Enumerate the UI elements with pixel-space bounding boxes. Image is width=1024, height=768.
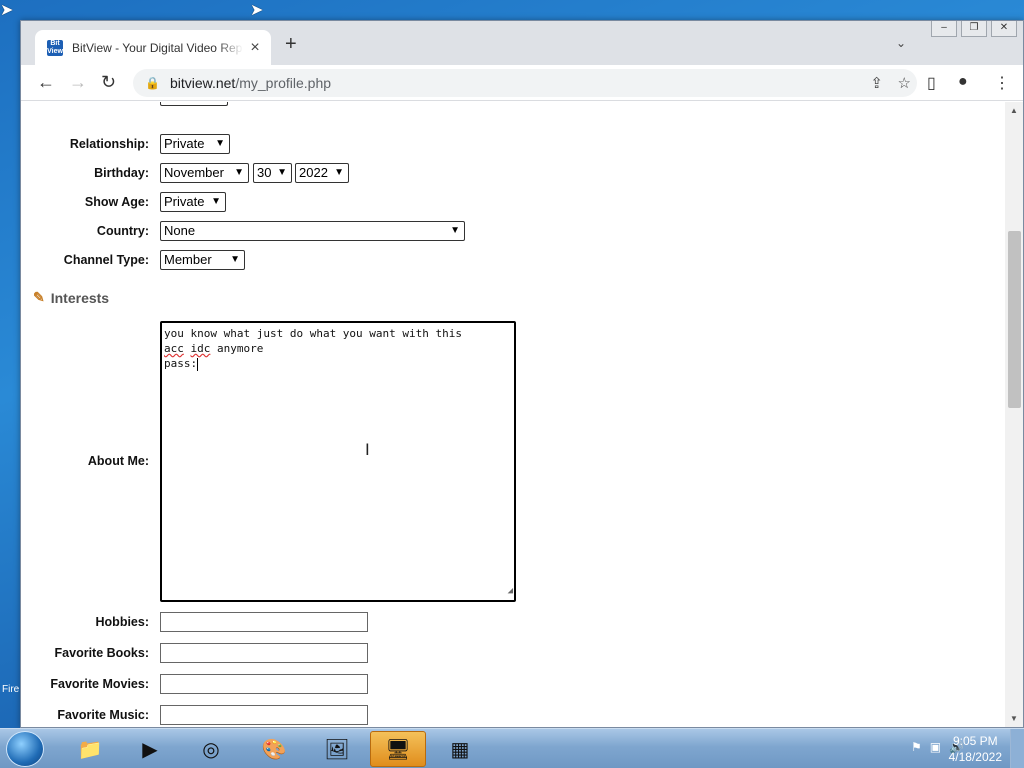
browser-tab[interactable]: Bit View BitView - Your Digital Video Re… bbox=[35, 30, 271, 65]
scroll-down-icon[interactable]: ▼ bbox=[1010, 714, 1018, 723]
reload-icon[interactable]: ↻ bbox=[101, 72, 116, 92]
favorite-music-label: Favorite Music: bbox=[57, 708, 149, 722]
chrome-icon[interactable]: ◎ bbox=[183, 731, 239, 767]
relationship-label: Relationship: bbox=[69, 137, 149, 151]
side-panel-icon[interactable]: ▯ bbox=[927, 73, 936, 93]
action-center-flag-icon[interactable]: ⚑ bbox=[911, 740, 922, 754]
pencil-icon: ✎ bbox=[33, 289, 45, 305]
profile-avatar-icon[interactable]: ● bbox=[958, 73, 968, 91]
tab-search-chevron-icon[interactable]: ⌄ bbox=[896, 36, 906, 50]
page-scrollbar[interactable]: ▲ ▼ bbox=[1005, 102, 1023, 727]
menu-kebab-icon[interactable]: ⋮ bbox=[994, 73, 1010, 93]
clock-date: 4/18/2022 bbox=[948, 750, 1002, 764]
browser-window: Bit View BitView - Your Digital Video Re… bbox=[20, 20, 1024, 728]
bookmark-star-icon[interactable]: ☆ bbox=[898, 74, 911, 92]
relationship-select[interactable]: Private ▼ bbox=[160, 134, 230, 154]
taskbar: 📁 ▶ ◎ 🎨 🖼 🖥 ▦ ⚑ ▣ 🔊 9:05 PM 4/18/2022 bbox=[0, 728, 1024, 768]
start-button[interactable] bbox=[6, 731, 44, 767]
browser-toolbar: ← → ↻ 🔒 bitview.net/my_profile.php ⇪ ☆ ▯… bbox=[21, 65, 1023, 101]
control-panel-icon[interactable]: ▦ bbox=[432, 731, 488, 767]
favorite-music-input[interactable] bbox=[160, 705, 368, 725]
show-desktop-button[interactable] bbox=[1010, 729, 1024, 768]
country-label: Country: bbox=[96, 224, 149, 238]
new-tab-icon[interactable]: + bbox=[285, 34, 297, 54]
text-caret bbox=[197, 357, 199, 371]
page-content: Relationship: Private ▼ Birthday: Novembe… bbox=[21, 102, 1005, 727]
favorite-movies-input[interactable] bbox=[160, 674, 368, 694]
text-cursor-icon: I bbox=[365, 440, 370, 459]
close-tab-icon[interactable]: × bbox=[247, 39, 263, 57]
chevron-down-icon: ▼ bbox=[211, 196, 221, 207]
back-icon[interactable]: ← bbox=[37, 72, 55, 92]
birthday-year-select[interactable]: 2022 ▼ bbox=[295, 163, 349, 183]
clipped-select-above[interactable] bbox=[160, 102, 228, 106]
scroll-up-icon[interactable]: ▲ bbox=[1010, 106, 1018, 115]
chevron-down-icon: ▼ bbox=[230, 254, 240, 265]
restore-icon[interactable]: ❐ bbox=[961, 21, 987, 37]
bitview-favicon: Bit View bbox=[47, 39, 63, 56]
mouse-pointer-icon: ➤ bbox=[250, 2, 264, 19]
media-player-icon[interactable]: ▶ bbox=[122, 731, 178, 767]
birthday-day-select[interactable]: 30 ▼ bbox=[253, 163, 292, 183]
favorite-books-label: Favorite Books: bbox=[54, 646, 149, 660]
mouse-pointer-icon: ➤ bbox=[0, 2, 14, 19]
photo-viewer-icon[interactable]: 🖼 bbox=[309, 731, 365, 767]
channel-type-label: Channel Type: bbox=[63, 253, 149, 267]
chevron-down-icon: ▼ bbox=[334, 167, 344, 178]
birthday-label: Birthday: bbox=[94, 166, 149, 180]
desktop-icon-label[interactable]: Fire bbox=[2, 684, 19, 695]
remote-desktop-icon[interactable]: 🖥 bbox=[370, 731, 426, 767]
minimize-icon[interactable]: ‒ bbox=[931, 21, 957, 37]
url-path: /my_profile.php bbox=[235, 75, 332, 91]
forward-icon[interactable]: → bbox=[69, 72, 87, 92]
channel-type-select[interactable]: Member ▼ bbox=[160, 250, 245, 270]
tab-strip: Bit View BitView - Your Digital Video Re… bbox=[21, 21, 1023, 65]
close-window-icon[interactable]: ✕ bbox=[991, 21, 1017, 37]
interests-heading: ✎ Interests bbox=[33, 289, 110, 306]
hobbies-label: Hobbies: bbox=[95, 615, 149, 629]
network-icon[interactable]: ▣ bbox=[930, 740, 941, 754]
favorite-books-input[interactable] bbox=[160, 643, 368, 663]
paint-icon[interactable]: 🎨 bbox=[246, 731, 302, 767]
country-select[interactable]: None ▼ bbox=[160, 221, 465, 241]
show-age-label: Show Age: bbox=[84, 195, 149, 209]
birthday-month-select[interactable]: November ▼ bbox=[160, 163, 249, 183]
explorer-icon[interactable]: 📁 bbox=[62, 731, 118, 767]
lock-icon[interactable]: 🔒 bbox=[145, 76, 160, 90]
about-me-label: About Me: bbox=[87, 454, 149, 468]
favorite-movies-label: Favorite Movies: bbox=[50, 677, 149, 691]
show-age-select[interactable]: Private ▼ bbox=[160, 192, 226, 212]
url-host: bitview.net bbox=[169, 75, 236, 91]
about-me-textarea[interactable]: you know what just do what you want with… bbox=[160, 321, 516, 602]
clock-time: 9:05 PM bbox=[952, 734, 998, 748]
address-bar[interactable]: 🔒 bitview.net/my_profile.php ⇪ ☆ bbox=[133, 69, 917, 97]
clock[interactable]: 9:05 PM 4/18/2022 bbox=[949, 733, 1002, 765]
hobbies-input[interactable] bbox=[160, 612, 368, 632]
scrollbar-thumb[interactable] bbox=[1008, 231, 1021, 408]
window-controls: ‒ ❐ ✕ bbox=[931, 21, 1017, 37]
share-icon[interactable]: ⇪ bbox=[870, 74, 883, 92]
chevron-down-icon: ▼ bbox=[277, 167, 287, 178]
tab-title: BitView - Your Digital Video Repository bbox=[72, 40, 243, 55]
resize-grip-icon[interactable]: ◢ bbox=[508, 584, 513, 599]
chevron-down-icon: ▼ bbox=[215, 138, 225, 149]
chevron-down-icon: ▼ bbox=[234, 167, 244, 178]
chevron-down-icon: ▼ bbox=[450, 225, 460, 236]
